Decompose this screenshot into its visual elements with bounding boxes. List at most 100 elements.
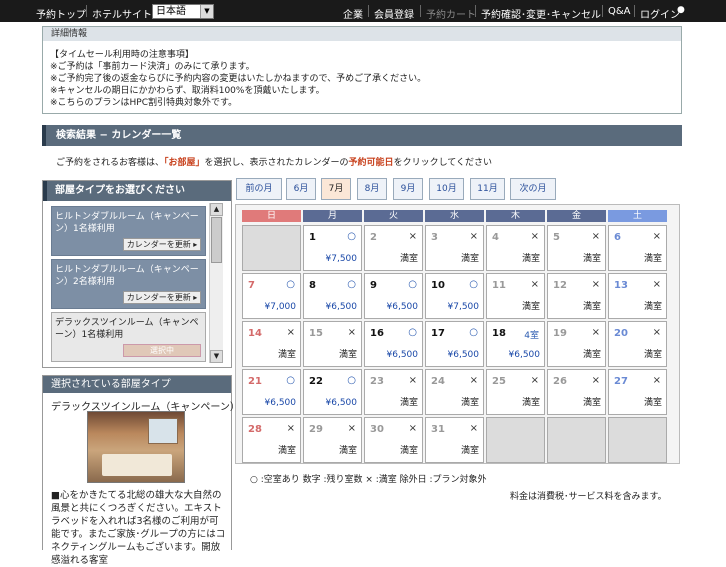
full-label: 満室 [460, 446, 479, 456]
tab-october[interactable]: 10月 [429, 178, 464, 200]
day-number: 6 [614, 232, 621, 243]
day-price[interactable]: ¥7,500 [326, 254, 358, 264]
update-calendar-button[interactable]: カレンダーを更新 ▸ [123, 291, 201, 304]
room-option-1[interactable]: ヒルトンダブルルーム（キャンペーン）1名様利用 カレンダーを更新 ▸ [51, 206, 206, 256]
tab-june[interactable]: 6月 [286, 178, 316, 200]
scroll-thumb[interactable] [211, 217, 222, 263]
calendar-day[interactable]: 10 ○ ¥7,500 [425, 273, 484, 319]
full-cross-icon: × [408, 375, 417, 386]
day-number: 2 [370, 232, 377, 243]
day-number: 26 [553, 376, 567, 387]
full-cross-icon: × [347, 423, 356, 434]
room-option-3[interactable]: デラックスツインルーム（キャンペーン）1名様利用 選択中 [51, 312, 206, 362]
language-select[interactable]: 日本語 ▼ [152, 4, 214, 19]
full-label: 満室 [643, 254, 662, 264]
nav-link-reservation-check[interactable]: 予約確認･変更･キャンセル [481, 6, 601, 21]
calendar-day[interactable]: 8 ○ ¥6,500 [303, 273, 362, 319]
calendar-day[interactable]: 17 ○ ¥6,500 [425, 321, 484, 367]
full-label: 満室 [643, 350, 662, 360]
tab-july[interactable]: 7月 [321, 178, 351, 200]
day-number: 22 [309, 376, 323, 387]
intro-after: をクリックしてください [393, 158, 493, 168]
day-number: 1 [309, 232, 316, 243]
nav-link-qa[interactable]: Q&A [608, 6, 631, 17]
divider [420, 5, 421, 17]
day-number: 14 [248, 328, 262, 339]
reserve-top-link[interactable]: 予約トップ [36, 6, 86, 21]
available-circle-icon: ○ [347, 279, 356, 290]
weekday-header: 日 [242, 210, 301, 222]
full-label: 満室 [521, 302, 540, 312]
tab-prev-month[interactable]: 前の月 [236, 178, 282, 200]
calendar-day: 30 × 満室 [364, 417, 423, 463]
intro-room: 「お部屋」 [164, 158, 205, 168]
room-name: ヒルトンダブルルーム（キャンペーン）1名様利用 [55, 212, 199, 234]
calendar-day[interactable]: 18 4室 ¥6,500 [486, 321, 545, 367]
day-number: 15 [309, 328, 323, 339]
photo-bed [102, 454, 172, 476]
room-name: ヒルトンダブルルーム（キャンペーン）2名様利用 [55, 265, 199, 287]
nav-link-cart[interactable]: 予約カート [426, 6, 476, 21]
day-price[interactable]: ¥7,500 [448, 302, 480, 312]
calendar-day[interactable]: 22 ○ ¥6,500 [303, 369, 362, 415]
full-cross-icon: × [530, 375, 539, 386]
tab-august[interactable]: 8月 [357, 178, 387, 200]
hotel-site-link[interactable]: ホテルサイト [92, 6, 152, 21]
day-price[interactable]: ¥6,500 [265, 398, 297, 408]
day-price[interactable]: ¥6,500 [387, 302, 419, 312]
full-label: 満室 [643, 302, 662, 312]
full-cross-icon: × [652, 327, 661, 338]
day-number: 8 [309, 280, 316, 291]
day-number: 10 [431, 280, 445, 291]
tab-november[interactable]: 11月 [470, 178, 505, 200]
tab-next-month[interactable]: 次の月 [510, 178, 556, 200]
room-option-2[interactable]: ヒルトンダブルルーム（キャンペーン）2名様利用 カレンダーを更新 ▸ [51, 259, 206, 309]
nav-link-corporate[interactable]: 企業 [343, 6, 363, 21]
photo-window [148, 418, 178, 444]
room-list-scrollbar[interactable]: ▲ ▼ [209, 203, 223, 363]
calendar-day[interactable]: 7 ○ ¥7,000 [242, 273, 301, 319]
full-cross-icon: × [652, 375, 661, 386]
day-number: 5 [553, 232, 560, 243]
weekday-header: 水 [425, 210, 484, 222]
tab-september[interactable]: 9月 [393, 178, 423, 200]
full-label: 満室 [399, 446, 418, 456]
chevron-down-icon[interactable]: ▼ [200, 5, 213, 18]
nav-link-login[interactable]: ログイン [640, 6, 680, 21]
weekday-header: 月 [303, 210, 362, 222]
calendar-day[interactable]: 16 ○ ¥6,500 [364, 321, 423, 367]
scroll-up-icon[interactable]: ▲ [210, 203, 223, 216]
calendar-day: 5 × 満室 [547, 225, 606, 271]
calendar-day: 19 × 満室 [547, 321, 606, 367]
calendar-day: 2 × 満室 [364, 225, 423, 271]
calendar-day[interactable]: 1 ○ ¥7,500 [303, 225, 362, 271]
calendar-day: 12 × 満室 [547, 273, 606, 319]
detail-info-box: 詳細情報 【タイムセール利用時の注意事項】 ※ご予約は「事前カード決済」のみにて… [42, 26, 682, 114]
day-price[interactable]: ¥6,500 [387, 350, 419, 360]
calendar-day: 27 × 満室 [608, 369, 667, 415]
full-cross-icon: × [469, 231, 478, 242]
full-label: 満室 [582, 398, 601, 408]
day-number: 29 [309, 424, 323, 435]
full-label: 満室 [521, 398, 540, 408]
day-price[interactable]: ¥6,500 [326, 398, 358, 408]
scroll-down-icon[interactable]: ▼ [210, 350, 223, 363]
full-cross-icon: × [591, 375, 600, 386]
day-price[interactable]: ¥6,500 [509, 350, 541, 360]
full-label: 満室 [521, 254, 540, 264]
calendar-day: 11 × 満室 [486, 273, 545, 319]
weekday-header: 土 [608, 210, 667, 222]
full-cross-icon: × [591, 327, 600, 338]
day-price[interactable]: ¥6,500 [326, 302, 358, 312]
available-circle-icon: ○ [347, 231, 356, 242]
top-bar: 予約トップ ホテルサイト 日本語 ▼ 企業 会員登録 予約カート 予約確認･変更… [0, 0, 726, 22]
calendar-day[interactable]: 9 ○ ¥6,500 [364, 273, 423, 319]
calendar-day[interactable]: 21 ○ ¥6,500 [242, 369, 301, 415]
full-cross-icon: × [591, 279, 600, 290]
day-price[interactable]: ¥7,000 [265, 302, 297, 312]
day-price[interactable]: ¥6,500 [448, 350, 480, 360]
full-cross-icon: × [286, 327, 295, 338]
calendar-day: 31 × 満室 [425, 417, 484, 463]
update-calendar-button[interactable]: カレンダーを更新 ▸ [123, 238, 201, 251]
nav-link-register[interactable]: 会員登録 [374, 6, 414, 21]
